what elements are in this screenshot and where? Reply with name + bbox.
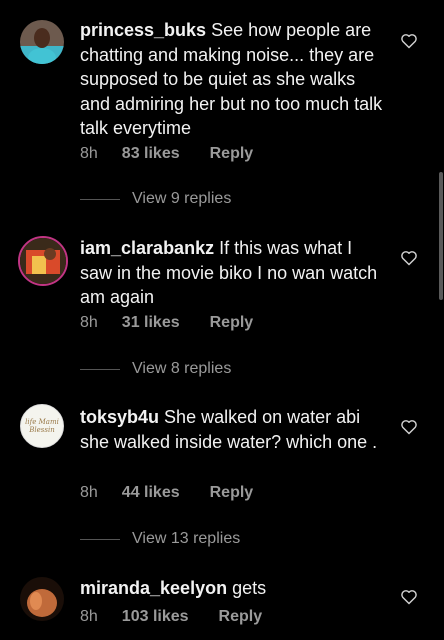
comment-text: iam_clarabankz If this was what I saw in… [80, 236, 385, 310]
comment-text: toksyb4u She walked on water abi she wal… [80, 405, 385, 454]
heart-icon[interactable] [400, 250, 418, 266]
heart-icon[interactable] [400, 33, 418, 49]
divider [80, 538, 120, 540]
comment-body: gets [232, 578, 267, 598]
reply-button[interactable]: Reply [210, 484, 254, 502]
view-replies-label[interactable]: View 9 replies [132, 190, 231, 208]
avatar[interactable] [18, 236, 68, 286]
timestamp: 8h [80, 484, 98, 501]
likes-count[interactable]: 31 likes [122, 314, 180, 332]
reply-button[interactable]: Reply [210, 145, 254, 163]
username[interactable]: miranda_keelyon [80, 578, 227, 598]
likes-count[interactable]: 44 likes [122, 484, 180, 502]
view-replies-label[interactable]: View 8 replies [132, 360, 231, 378]
comment-meta: 8h 44 likes Reply [80, 484, 253, 502]
reply-button[interactable]: Reply [219, 608, 263, 626]
comment-meta: 8h 103 likes Reply [80, 608, 262, 626]
view-replies-label[interactable]: View 13 replies [132, 530, 240, 548]
likes-count[interactable]: 83 likes [122, 145, 180, 163]
likes-count[interactable]: 103 likes [122, 608, 189, 626]
avatar-text: life Mami Blessin [25, 418, 59, 434]
timestamp: 8h [80, 314, 98, 331]
view-replies-button[interactable]: View 9 replies [80, 189, 231, 209]
heart-icon[interactable] [400, 419, 418, 435]
view-replies-button[interactable]: View 13 replies [80, 529, 240, 549]
scrollbar[interactable] [439, 172, 443, 300]
comment-text: princess_buks See how people are chattin… [80, 18, 385, 141]
comment-meta: 8h 31 likes Reply [80, 314, 253, 332]
timestamp: 8h [80, 145, 98, 162]
comment-meta: 8h 83 likes Reply [80, 145, 253, 163]
avatar[interactable] [20, 20, 64, 64]
avatar[interactable]: life Mami Blessin [20, 404, 64, 448]
username[interactable]: iam_clarabankz [80, 238, 214, 258]
heart-icon[interactable] [400, 589, 418, 605]
divider [80, 368, 120, 370]
view-replies-button[interactable]: View 8 replies [80, 359, 231, 379]
avatar[interactable] [20, 577, 64, 621]
reply-button[interactable]: Reply [210, 314, 254, 332]
comment-text: miranda_keelyon gets [80, 576, 385, 601]
timestamp: 8h [80, 608, 98, 625]
divider [80, 198, 120, 200]
username[interactable]: princess_buks [80, 20, 206, 40]
username[interactable]: toksyb4u [80, 407, 159, 427]
